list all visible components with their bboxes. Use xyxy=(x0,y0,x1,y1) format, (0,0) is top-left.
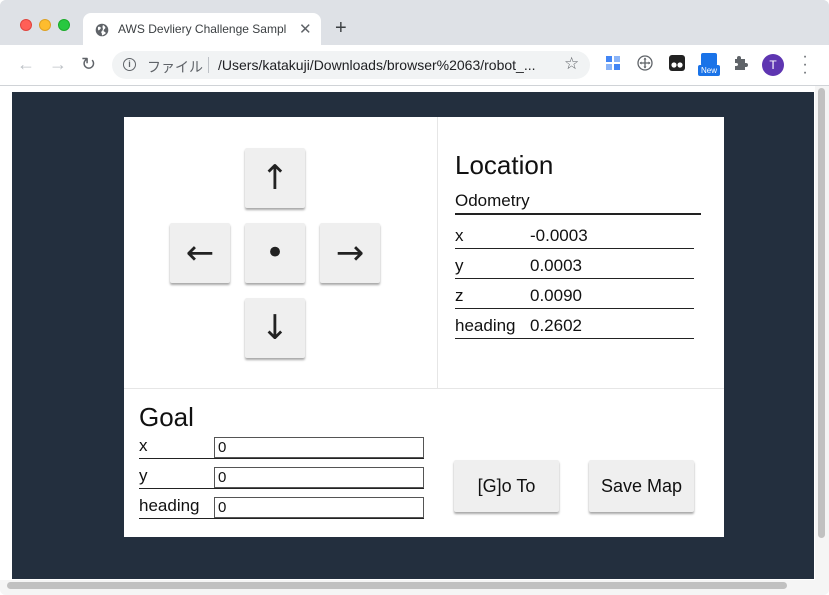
extension-grid-icon[interactable] xyxy=(605,55,621,71)
scheme-label: ファイル xyxy=(147,59,203,75)
odometry-row-heading: heading 0.2602 xyxy=(455,314,694,339)
panel-horizontal-divider xyxy=(124,388,724,389)
goal-y-input[interactable] xyxy=(214,467,424,488)
goal-heading: Goal xyxy=(139,402,194,432)
browser-tab[interactable]: AWS Devliery Challenge Sampl ✕ xyxy=(83,13,321,46)
odometry-value: 0.0003 xyxy=(530,256,582,275)
goto-button[interactable]: [G]o To xyxy=(454,460,559,512)
save-map-button[interactable]: Save Map xyxy=(589,460,694,512)
close-window-button[interactable] xyxy=(20,19,32,31)
vertical-scrollbar-thumb[interactable] xyxy=(818,88,825,538)
new-tab-button[interactable]: + xyxy=(335,18,347,38)
tab-title: AWS Devliery Challenge Sampl xyxy=(118,22,287,36)
odometry-key: heading xyxy=(455,316,516,335)
odometry-value: 0.2602 xyxy=(530,316,582,335)
menu-dots-icon[interactable]: · · · xyxy=(800,49,810,81)
globe-icon xyxy=(95,23,109,37)
horizontal-scrollbar-thumb[interactable] xyxy=(7,582,787,589)
bookmark-star-icon[interactable]: ☆ xyxy=(564,54,579,74)
browser-toolbar: ← → ↻ i ファイル /Users/katakuji/Downloads/b… xyxy=(0,45,829,86)
move-forward-button[interactable]: ↑ xyxy=(245,148,305,208)
back-button[interactable]: ← xyxy=(17,55,35,73)
maximize-window-button[interactable] xyxy=(58,19,70,31)
turn-left-button[interactable]: ← xyxy=(170,223,230,283)
move-extension-icon[interactable] xyxy=(637,55,653,71)
goal-x-input[interactable] xyxy=(214,437,424,458)
stop-button[interactable]: • xyxy=(245,223,305,283)
odometry-value: 0.0090 xyxy=(530,286,582,305)
odometry-row-y: y 0.0003 xyxy=(455,254,694,279)
move-backward-button[interactable]: ↓ xyxy=(245,298,305,358)
odometry-key: y xyxy=(455,256,464,275)
goal-heading-input[interactable] xyxy=(214,497,424,518)
info-icon[interactable]: i xyxy=(123,58,136,71)
odometry-row-z: z 0.0090 xyxy=(455,284,694,309)
odometry-key: z xyxy=(455,286,464,305)
panel-vertical-divider xyxy=(437,117,438,388)
extensions-puzzle-icon[interactable] xyxy=(733,55,749,71)
tab-strip: AWS Devliery Challenge Sampl ✕ + xyxy=(0,0,829,46)
odometry-subheading: Odometry xyxy=(455,191,701,215)
tampermonkey-icon[interactable] xyxy=(669,55,685,71)
odometry-row-x: x -0.0003 xyxy=(455,224,694,249)
forward-button[interactable]: → xyxy=(49,55,67,73)
new-extension-icon[interactable]: New xyxy=(698,53,720,77)
address-bar[interactable]: i ファイル /Users/katakuji/Downloads/browser… xyxy=(112,51,590,79)
reload-button[interactable]: ↻ xyxy=(81,55,96,73)
turn-right-button[interactable]: → xyxy=(320,223,380,283)
minimize-window-button[interactable] xyxy=(39,19,51,31)
new-badge: New xyxy=(698,65,720,76)
close-tab-icon[interactable]: ✕ xyxy=(299,20,312,38)
address-separator xyxy=(208,57,209,73)
location-heading: Location xyxy=(455,150,554,180)
url-text[interactable]: /Users/katakuji/Downloads/browser%2063/r… xyxy=(218,57,550,73)
odometry-key: x xyxy=(455,226,464,245)
profile-avatar[interactable]: T xyxy=(762,54,784,76)
odometry-value: -0.0003 xyxy=(530,226,588,245)
